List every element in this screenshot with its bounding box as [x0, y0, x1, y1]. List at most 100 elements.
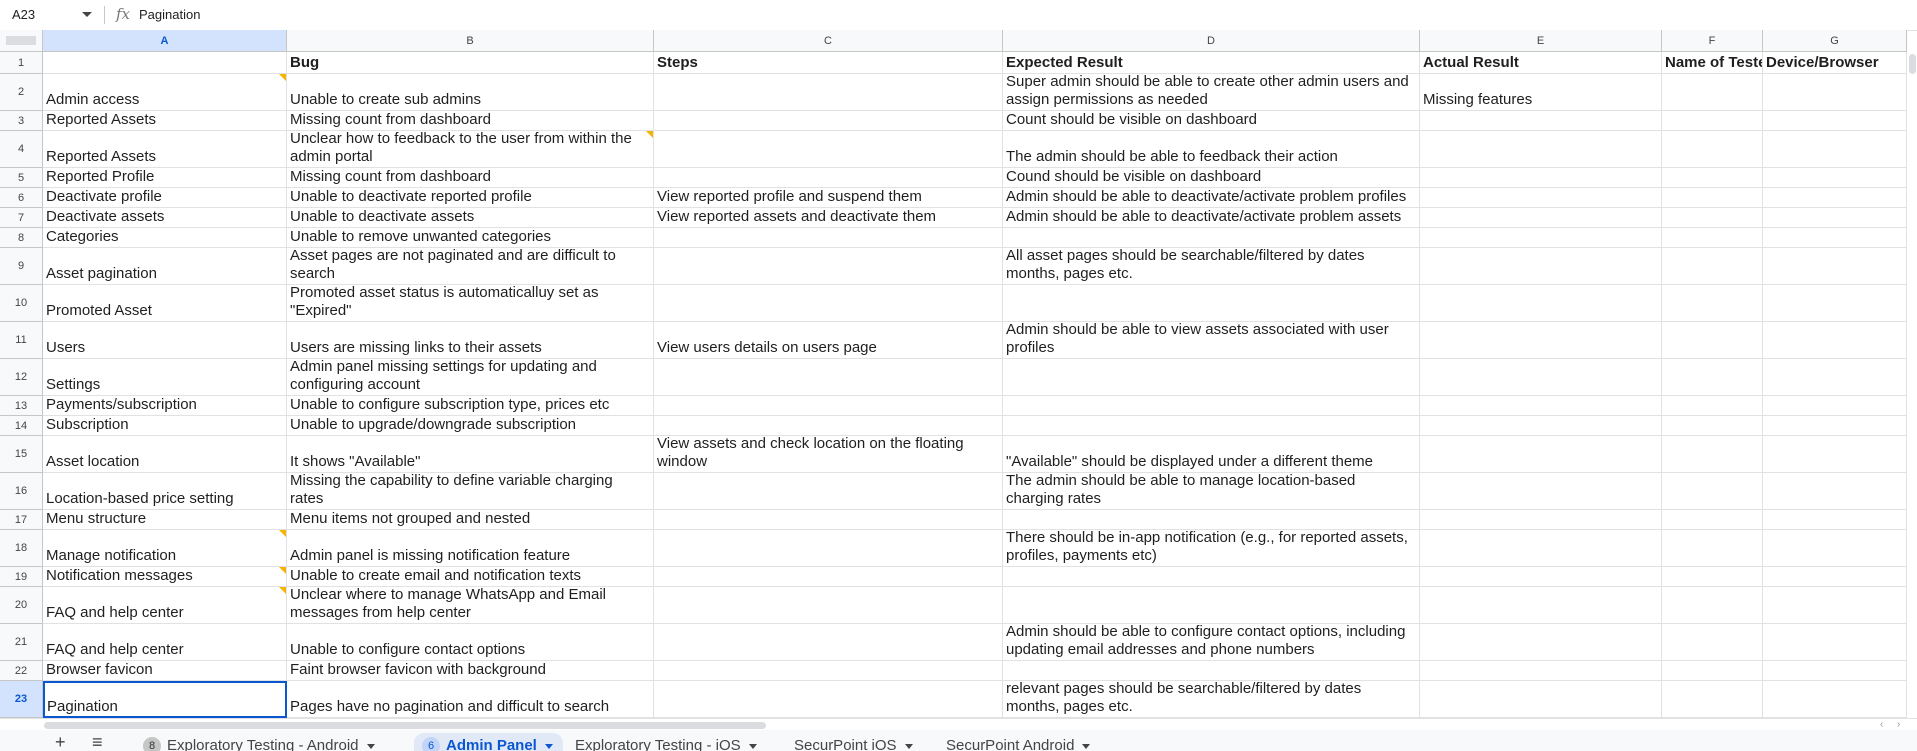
table-cell[interactable]: Missing count from dashboard: [287, 168, 654, 188]
table-cell[interactable]: [654, 587, 1003, 624]
table-cell[interactable]: Manage notification: [43, 530, 287, 567]
table-cell[interactable]: [654, 473, 1003, 510]
table-cell[interactable]: [1003, 285, 1420, 322]
table-cell[interactable]: [1763, 188, 1907, 208]
table-cell[interactable]: [1763, 285, 1907, 322]
table-cell[interactable]: [654, 624, 1003, 661]
table-cell[interactable]: [1420, 396, 1662, 416]
row-header[interactable]: 6: [0, 188, 43, 208]
table-cell[interactable]: Categories: [43, 228, 287, 248]
table-cell[interactable]: Users: [43, 322, 287, 359]
table-cell[interactable]: Cound should be visible on dashboard: [1003, 168, 1420, 188]
table-cell[interactable]: [1763, 567, 1907, 587]
table-cell[interactable]: [1420, 322, 1662, 359]
table-cell[interactable]: [1763, 510, 1907, 530]
table-cell[interactable]: [654, 416, 1003, 436]
table-cell[interactable]: Promoted Asset: [43, 285, 287, 322]
table-cell[interactable]: Admin access: [43, 74, 287, 111]
table-cell[interactable]: Reported Assets: [43, 111, 287, 131]
column-title-cell[interactable]: Bug: [287, 52, 654, 74]
table-cell[interactable]: Menu items not grouped and nested: [287, 510, 654, 530]
table-cell[interactable]: [1003, 567, 1420, 587]
table-cell[interactable]: The admin should be able to feedback the…: [1003, 131, 1420, 168]
row-header[interactable]: 5: [0, 168, 43, 188]
table-cell[interactable]: [1003, 228, 1420, 248]
table-cell[interactable]: Missing the capability to define variabl…: [287, 473, 654, 510]
table-cell[interactable]: [1763, 436, 1907, 473]
table-cell[interactable]: There should be in-app notification (e.g…: [1003, 530, 1420, 567]
table-cell[interactable]: [1662, 111, 1763, 131]
table-cell[interactable]: Unable to deactivate reported profile: [287, 188, 654, 208]
table-cell[interactable]: FAQ and help center: [43, 587, 287, 624]
vertical-scrollbar[interactable]: [1907, 52, 1917, 718]
column-title-cell[interactable]: Steps: [654, 52, 1003, 74]
table-cell[interactable]: [654, 510, 1003, 530]
table-cell[interactable]: Count should be visible on dashboard: [1003, 111, 1420, 131]
chevron-down-icon[interactable]: [1082, 744, 1091, 749]
table-cell[interactable]: Unable to deactivate assets: [287, 208, 654, 228]
table-cell[interactable]: [1662, 530, 1763, 567]
table-cell[interactable]: [1420, 624, 1662, 661]
table-cell[interactable]: [1420, 188, 1662, 208]
table-cell[interactable]: [1662, 322, 1763, 359]
chevron-down-icon[interactable]: [544, 744, 553, 749]
table-cell[interactable]: [1420, 359, 1662, 396]
table-cell[interactable]: View reported profile and suspend them: [654, 188, 1003, 208]
row-header[interactable]: 23: [0, 681, 43, 718]
column-header[interactable]: G: [1763, 30, 1907, 52]
table-cell[interactable]: [1763, 208, 1907, 228]
row-header[interactable]: 19: [0, 567, 43, 587]
row-header[interactable]: 8: [0, 228, 43, 248]
table-cell[interactable]: [1763, 322, 1907, 359]
row-header[interactable]: 14: [0, 416, 43, 436]
table-cell[interactable]: [1662, 587, 1763, 624]
table-cell[interactable]: Unable to configure subscription type, p…: [287, 396, 654, 416]
table-cell[interactable]: [1420, 530, 1662, 567]
table-cell[interactable]: [1420, 248, 1662, 285]
table-cell[interactable]: [654, 396, 1003, 416]
table-cell[interactable]: [1662, 131, 1763, 168]
row-header[interactable]: 4: [0, 131, 43, 168]
table-cell[interactable]: [654, 359, 1003, 396]
column-header[interactable]: B: [287, 30, 654, 52]
sheet-tab[interactable]: SecurPoint iOS: [794, 733, 913, 751]
table-cell[interactable]: Missing features: [1420, 74, 1662, 111]
table-cell[interactable]: Missing count from dashboard: [287, 111, 654, 131]
table-cell[interactable]: The admin should be able to manage locat…: [1003, 473, 1420, 510]
table-cell[interactable]: [654, 530, 1003, 567]
table-cell[interactable]: [654, 681, 1003, 718]
table-cell[interactable]: Promoted asset status is automaticalluy …: [287, 285, 654, 322]
table-cell[interactable]: Payments/subscription: [43, 396, 287, 416]
table-cell[interactable]: Super admin should be able to create oth…: [1003, 74, 1420, 111]
table-cell[interactable]: All asset pages should be searchable/fil…: [1003, 248, 1420, 285]
column-header[interactable]: F: [1662, 30, 1763, 52]
chevron-down-icon[interactable]: [748, 744, 757, 749]
table-cell[interactable]: [1763, 228, 1907, 248]
table-cell[interactable]: [1420, 168, 1662, 188]
table-cell[interactable]: Unclear where to manage WhatsApp and Ema…: [287, 587, 654, 624]
row-header[interactable]: 3: [0, 111, 43, 131]
table-cell[interactable]: [1662, 208, 1763, 228]
table-cell[interactable]: [1662, 74, 1763, 111]
sheet-tab[interactable]: SecurPoint Android: [946, 733, 1091, 751]
table-cell[interactable]: [1420, 208, 1662, 228]
table-cell[interactable]: Notification messages: [43, 567, 287, 587]
chevron-down-icon[interactable]: [366, 744, 375, 749]
table-cell[interactable]: [1763, 681, 1907, 718]
table-cell[interactable]: Asset pagination: [43, 248, 287, 285]
scrollbar-thumb[interactable]: [44, 722, 766, 729]
column-title-cell[interactable]: [43, 52, 287, 74]
table-cell[interactable]: [1420, 416, 1662, 436]
row-header[interactable]: 11: [0, 322, 43, 359]
table-cell[interactable]: [1763, 248, 1907, 285]
table-cell[interactable]: [1763, 131, 1907, 168]
table-cell[interactable]: [1662, 624, 1763, 661]
table-cell[interactable]: [1420, 567, 1662, 587]
table-cell[interactable]: View users details on users page: [654, 322, 1003, 359]
column-title-cell[interactable]: Expected Result: [1003, 52, 1420, 74]
table-cell[interactable]: [1763, 587, 1907, 624]
table-cell[interactable]: [1662, 359, 1763, 396]
spreadsheet-grid[interactable]: A B C D E F G 1 Bug Steps Expected Result Actual Re…: [0, 30, 1907, 718]
table-cell[interactable]: Pages have no pagination and difficult t…: [287, 681, 654, 718]
table-cell[interactable]: [1662, 416, 1763, 436]
